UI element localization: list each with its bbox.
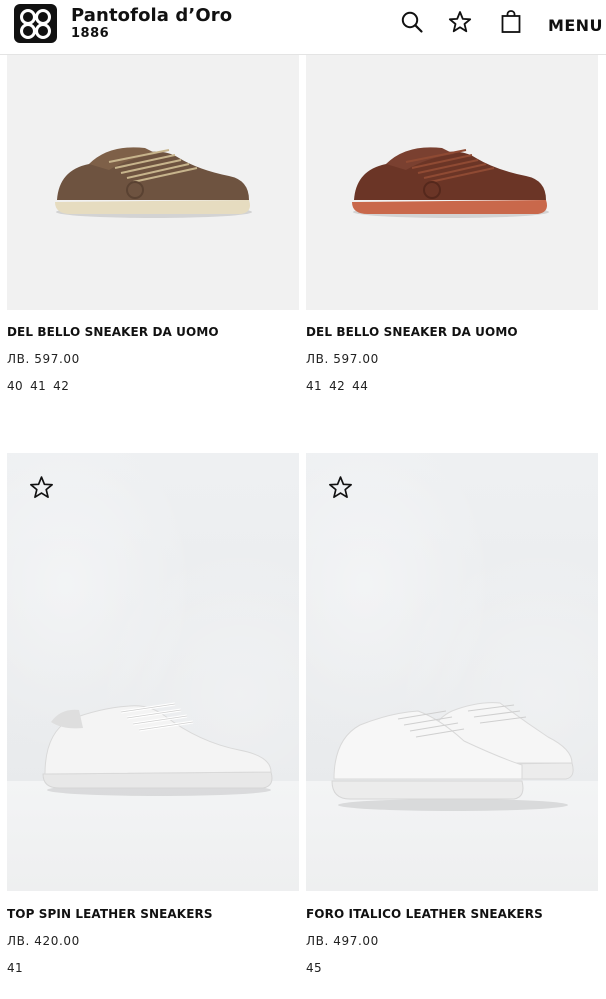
size-option[interactable]: 41 [306,379,322,393]
size-option[interactable]: 44 [352,379,368,393]
size-list: 41 [7,961,23,975]
product-price: ЛВ. 420.00 [7,934,80,948]
product-name[interactable]: TOP SPIN LEATHER SNEAKERS [7,907,213,921]
product-card[interactable]: DEL BELLO SNEAKER DA UOMO ЛВ. 597.00 40 … [7,0,299,400]
sneaker-pair-white-image [331,702,574,811]
site-header: Pantofola d’Oro 1886 MENU [0,0,606,55]
brand-year: 1886 [71,26,110,41]
product-price: ЛВ. 497.00 [306,934,379,948]
wishlist-star-icon[interactable] [328,475,353,500]
size-list: 41 42 44 [306,379,368,393]
brand-logo-icon[interactable] [14,4,57,43]
size-list: 40 41 42 [7,379,69,393]
menu-button[interactable]: MENU [548,16,603,35]
size-list: 45 [306,961,322,975]
product-name[interactable]: FORO ITALICO LEATHER SNEAKERS [306,907,543,921]
bag-icon[interactable] [499,10,523,34]
product-name[interactable]: DEL BELLO SNEAKER DA UOMO [306,325,518,339]
product-image[interactable] [7,453,299,891]
brand-name[interactable]: Pantofola d’Oro [71,5,232,26]
wishlist-star-icon[interactable] [29,475,54,500]
product-card[interactable]: TOP SPIN LEATHER SNEAKERS ЛВ. 420.00 41 [7,453,299,999]
product-price: ЛВ. 597.00 [306,352,379,366]
size-option[interactable]: 41 [7,961,23,975]
size-option[interactable]: 45 [306,961,322,975]
search-icon[interactable] [400,10,424,34]
sneaker-white-image [42,702,273,796]
product-card[interactable]: FORO ITALICO LEATHER SNEAKERS ЛВ. 497.00… [306,453,598,999]
product-name[interactable]: DEL BELLO SNEAKER DA UOMO [7,325,219,339]
size-option[interactable]: 42 [53,379,69,393]
size-option[interactable]: 40 [7,379,23,393]
star-icon[interactable] [448,10,472,34]
product-image[interactable] [306,453,598,891]
size-option[interactable]: 41 [30,379,46,393]
sneaker-brown-image [55,147,252,218]
sneaker-red-brown-image [352,147,549,218]
product-price: ЛВ. 597.00 [7,352,80,366]
product-card[interactable]: DEL BELLO SNEAKER DA UOMO ЛВ. 597.00 41 … [306,0,598,400]
size-option[interactable]: 42 [329,379,345,393]
